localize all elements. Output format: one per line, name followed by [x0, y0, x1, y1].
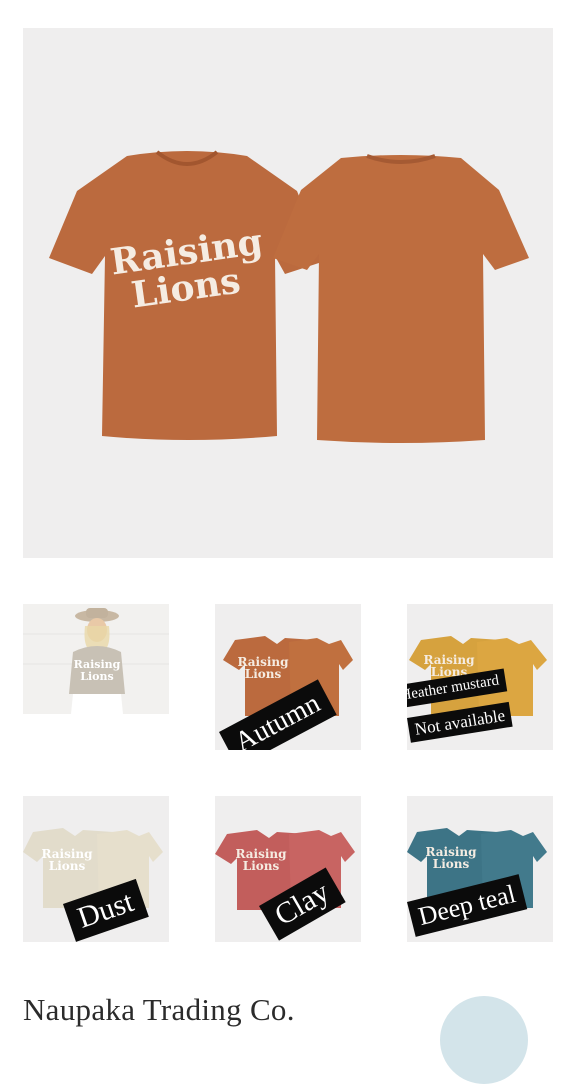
- thumbnail-deep-teal[interactable]: Raising Lions Deep teal: [407, 796, 553, 942]
- autumn-print-line2: Lions: [245, 667, 282, 681]
- thumbnail-model-photo[interactable]: Raising Lions: [23, 604, 169, 714]
- dust-print-line2: Lions: [49, 859, 86, 873]
- thumbnail-dust[interactable]: Raising Lions Dust: [23, 796, 169, 942]
- thumbnail-heather-mustard[interactable]: Raising Lions Heather mustard Not availa…: [407, 604, 553, 750]
- teal-print-line2: Lions: [433, 857, 470, 871]
- store-brand-name: Naupaka Trading Co.: [23, 992, 295, 1027]
- clay-print-line2: Lions: [243, 859, 280, 873]
- model-print-line2: Lions: [80, 670, 113, 683]
- chat-button[interactable]: [440, 996, 528, 1084]
- thumbnail-clay[interactable]: Raising Lions Clay: [215, 796, 361, 942]
- main-product-image: Raising Lions: [23, 28, 553, 558]
- back-shirt-image: [273, 154, 529, 443]
- model-photo-image: Raising Lions: [23, 604, 169, 714]
- thumbnail-autumn[interactable]: Raising Lions Autumn: [215, 604, 361, 750]
